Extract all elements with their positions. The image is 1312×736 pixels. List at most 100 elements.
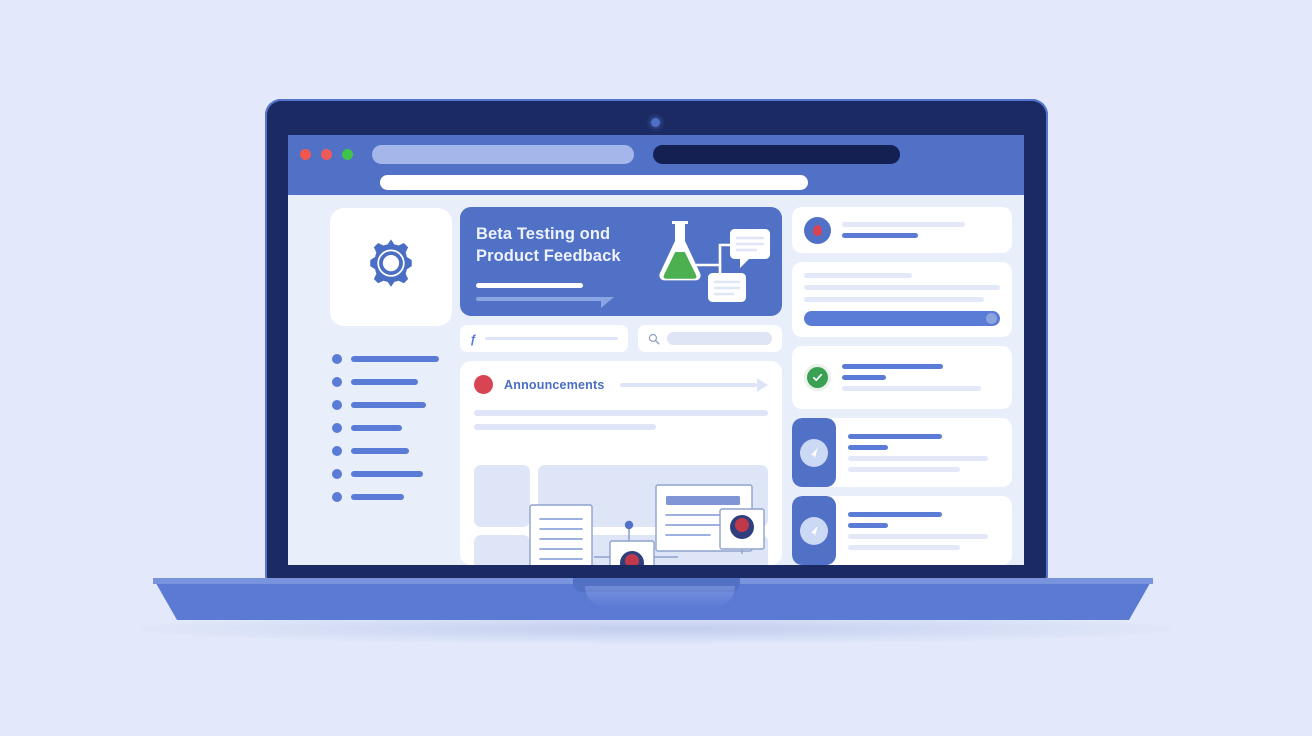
sidebar-item-6[interactable] xyxy=(332,469,450,479)
sidebar-nav xyxy=(332,354,450,502)
arrow-head xyxy=(757,377,768,392)
slider-knob[interactable] xyxy=(986,313,997,325)
card-text xyxy=(842,364,1000,392)
text-line xyxy=(848,466,961,472)
panel-body-text xyxy=(474,410,768,430)
junction-dot-icon xyxy=(624,520,634,530)
progress-slider[interactable] xyxy=(804,311,1000,327)
gear-icon xyxy=(370,239,412,287)
media-card-2[interactable] xyxy=(792,496,1012,565)
bullet-icon xyxy=(332,400,342,410)
bullet-icon xyxy=(332,423,342,433)
status-dot xyxy=(474,375,493,394)
text-line xyxy=(804,285,1000,291)
text-line xyxy=(842,233,918,238)
play-cursor-icon xyxy=(800,516,828,545)
bullet-icon xyxy=(332,354,342,364)
bullet-icon xyxy=(332,469,342,479)
sidebar xyxy=(298,207,452,565)
note-card-icon xyxy=(708,273,746,302)
sidebar-item-label xyxy=(351,425,402,431)
sidebar-item-label xyxy=(351,494,404,500)
browser-tab-active[interactable] xyxy=(372,145,634,164)
hero-arrow-tip-icon xyxy=(601,297,614,308)
camera-dot-icon xyxy=(651,118,660,127)
arrow-shaft xyxy=(619,382,757,387)
sidebar-item-label xyxy=(351,448,409,454)
text-line xyxy=(848,455,988,461)
text-line xyxy=(848,533,988,539)
laptop-screen: Beta Testing ond Product Feedback ƒ Anno… xyxy=(288,135,1024,565)
bullet-icon xyxy=(332,446,342,456)
card-text xyxy=(836,496,1012,565)
flow-diagram xyxy=(474,459,768,565)
media-thumbnail[interactable] xyxy=(792,496,836,565)
panel-title: Announcements xyxy=(504,377,605,392)
app-logo-card[interactable] xyxy=(330,208,452,326)
sidebar-item-label xyxy=(351,379,418,385)
media-thumbnail[interactable] xyxy=(792,418,836,488)
sidebar-item-4[interactable] xyxy=(332,423,450,433)
check-circle-icon xyxy=(804,364,831,392)
notification-card[interactable] xyxy=(792,207,1012,253)
right-sidebar xyxy=(792,207,1014,565)
hero-title: Beta Testing ond Product Feedback xyxy=(476,223,646,268)
document-icon xyxy=(529,504,593,565)
text-line xyxy=(474,410,768,416)
text-line xyxy=(842,386,982,392)
toolbar: ƒ xyxy=(460,325,782,352)
text-line xyxy=(848,433,943,439)
search-input[interactable] xyxy=(667,332,772,345)
search-icon xyxy=(648,333,660,344)
address-bar[interactable] xyxy=(380,175,808,190)
filter-field[interactable]: ƒ xyxy=(460,325,628,352)
badge-node-icon xyxy=(719,508,765,554)
sidebar-item-2[interactable] xyxy=(332,377,450,387)
progress-card[interactable] xyxy=(792,262,1012,338)
hero-rule-secondary xyxy=(476,297,609,301)
hero-banner[interactable]: Beta Testing ond Product Feedback xyxy=(460,207,782,316)
filter-icon: ƒ xyxy=(470,331,477,346)
media-card-1[interactable] xyxy=(792,418,1012,488)
red-dot-node-icon xyxy=(609,540,655,565)
bullet-icon xyxy=(332,377,342,387)
hero-rule-primary xyxy=(476,283,583,288)
sidebar-item-5[interactable] xyxy=(332,446,450,456)
window-controls xyxy=(300,149,353,160)
browser-tab-inactive[interactable] xyxy=(653,145,900,164)
maximize-button[interactable] xyxy=(342,149,353,160)
minimize-button[interactable] xyxy=(321,149,332,160)
close-button[interactable] xyxy=(300,149,311,160)
sidebar-item-label xyxy=(351,471,423,477)
hero-title-line-2: Product Feedback xyxy=(476,247,621,266)
laptop-base-gloss xyxy=(585,586,735,608)
text-line xyxy=(804,297,985,303)
arrow-right-icon[interactable] xyxy=(619,377,768,392)
bullet-icon xyxy=(332,492,342,502)
completed-card[interactable] xyxy=(792,346,1012,410)
illustration-canvas: Beta Testing ond Product Feedback ƒ Anno… xyxy=(0,0,1312,736)
browser-chrome xyxy=(288,135,1024,195)
hero-artwork xyxy=(646,215,774,316)
hero-title-line-1: Beta Testing ond xyxy=(476,225,611,243)
text-line xyxy=(848,444,888,450)
sidebar-item-7[interactable] xyxy=(332,492,450,502)
text-line xyxy=(848,544,961,550)
play-cursor-icon xyxy=(800,438,828,467)
flask-icon xyxy=(659,221,701,281)
text-line xyxy=(842,222,966,227)
card-text xyxy=(836,418,1012,487)
main-content: Beta Testing ond Product Feedback ƒ Anno… xyxy=(460,207,782,565)
text-line xyxy=(842,375,887,381)
sidebar-item-label xyxy=(351,356,439,362)
text-line xyxy=(848,522,888,528)
sidebar-item-1[interactable] xyxy=(332,354,450,364)
alert-avatar-icon xyxy=(804,216,831,244)
search-field[interactable] xyxy=(638,325,782,352)
panel-header: Announcements xyxy=(474,375,768,394)
text-line xyxy=(842,364,944,370)
text-line xyxy=(474,424,657,430)
announcements-panel: Announcements xyxy=(460,361,782,565)
sidebar-item-3[interactable] xyxy=(332,400,450,410)
filter-value xyxy=(484,337,618,340)
